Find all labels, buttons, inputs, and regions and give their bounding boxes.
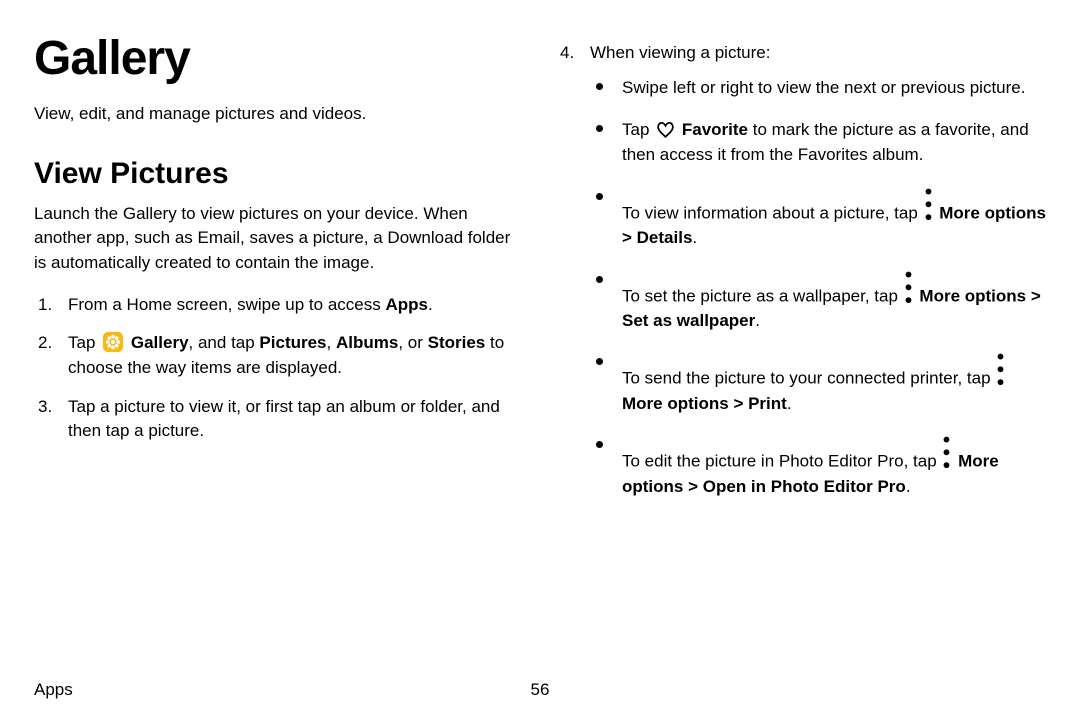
manual-page: Gallery View, edit, and manage pictures … [0,0,1080,720]
text: . [906,477,911,496]
more-options-icon [903,269,914,289]
pictures-label: Pictures [259,333,326,352]
text: , and tap [189,333,260,352]
more-options-icon [923,186,934,206]
page-title: Gallery [34,24,524,94]
albums-label: Albums [336,333,398,352]
more-options-icon [995,351,1006,371]
wallpaper-label: Set as wallpaper [622,311,755,330]
text: . [755,311,760,330]
step-4: When viewing a picture: Swipe left or ri… [556,41,1046,499]
two-column-layout: Gallery View, edit, and manage pictures … [34,24,1046,517]
text: To edit the picture in Photo Editor Pro,… [622,452,941,471]
text: To send the picture to your connected pr… [622,369,995,388]
more-options-label: More options [939,203,1046,222]
text: To view information about a picture, tap [622,203,923,222]
sep: > [683,477,702,496]
text: Tap [622,120,654,139]
bullet-swipe: Swipe left or right to view the next or … [590,76,1046,101]
page-footer: Apps 56 [34,680,1046,700]
step-2: Tap Gallery, and tap Pictures, Albums, o… [34,331,524,380]
bullet-details: To view information about a picture, tap… [590,186,1046,251]
gallery-label: Gallery [131,333,189,352]
left-column: Gallery View, edit, and manage pictures … [34,24,524,517]
section-heading: View Pictures [34,152,524,196]
page-subtitle: View, edit, and manage pictures and vide… [34,102,524,127]
footer-page-number: 56 [531,680,550,700]
bullet-favorite: Tap Favorite to mark the picture as a fa… [590,118,1046,167]
more-options-label: More options [622,394,729,413]
text: From a Home screen, swipe up to access [68,295,385,314]
more-options-icon [941,434,952,454]
sep: > [1026,286,1041,305]
text: , or [398,333,427,352]
editor-label: Open in Photo Editor Pro [703,477,906,496]
sep: > [729,394,748,413]
text: . [428,295,433,314]
text: To set the picture as a wallpaper, tap [622,286,903,305]
step-3: Tap a picture to view it, or first tap a… [34,395,524,444]
text: . [692,228,697,247]
text: Swipe left or right to view the next or … [622,78,1025,97]
bullet-print: To send the picture to your connected pr… [590,351,1046,416]
right-column: When viewing a picture: Swipe left or ri… [556,24,1046,517]
bullet-editor: To edit the picture in Photo Editor Pro,… [590,434,1046,499]
text: Tap a picture to view it, or first tap a… [68,397,500,441]
step-1: From a Home screen, swipe up to access A… [34,293,524,318]
favorite-label: Favorite [682,120,748,139]
print-label: Print [748,394,787,413]
text: , [327,333,336,352]
gallery-app-icon [102,331,124,353]
sep: > [622,228,637,247]
bullet-wallpaper: To set the picture as a wallpaper, tap M… [590,269,1046,334]
text: When viewing a picture: [590,43,770,62]
viewing-bullets: Swipe left or right to view the next or … [590,76,1046,500]
section-intro: Launch the Gallery to view pictures on y… [34,202,524,276]
text: Tap [68,333,100,352]
heart-icon [656,121,675,139]
apps-label: Apps [385,295,428,314]
text: . [787,394,792,413]
details-label: Details [637,228,693,247]
footer-section-name: Apps [34,680,73,700]
stories-label: Stories [428,333,486,352]
steps-list-left: From a Home screen, swipe up to access A… [34,293,524,444]
more-options-label: More options [919,286,1026,305]
steps-list-right: When viewing a picture: Swipe left or ri… [556,41,1046,499]
